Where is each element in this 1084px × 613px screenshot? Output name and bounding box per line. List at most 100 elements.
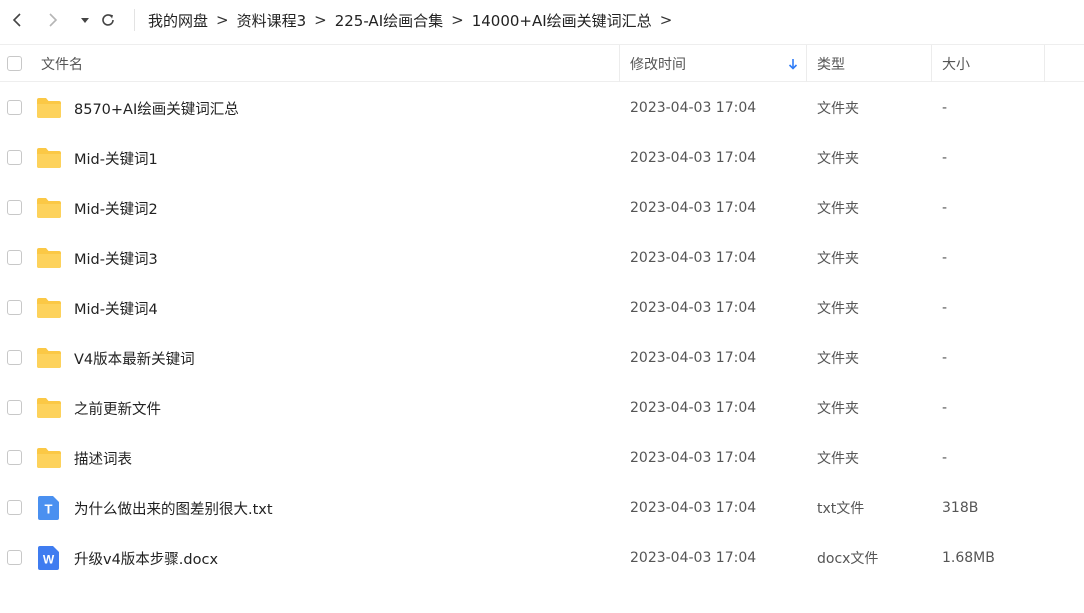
row-checkbox[interactable]: [7, 350, 22, 365]
file-row[interactable]: T 为什么做出来的图差别很大.txt 2023-04-03 17:04 txt文…: [0, 483, 1084, 533]
row-checkbox[interactable]: [7, 100, 22, 115]
breadcrumb-separator: >: [659, 11, 673, 29]
file-modified: 2023-04-03 17:04: [630, 300, 757, 316]
row-checkbox[interactable]: [7, 150, 22, 165]
row-checkbox[interactable]: [7, 200, 22, 215]
column-header-type[interactable]: 类型: [817, 45, 845, 82]
file-type: 文件夹: [817, 401, 859, 417]
file-name[interactable]: 8570+AI绘画关键词汇总: [74, 83, 239, 133]
file-type: 文件夹: [817, 201, 859, 217]
file-type: docx文件: [817, 551, 879, 567]
file-modified: 2023-04-03 17:04: [630, 100, 757, 116]
column-header-size[interactable]: 大小: [942, 45, 970, 82]
file-size: -: [942, 250, 948, 266]
docx-file-icon: W: [38, 546, 59, 570]
row-checkbox[interactable]: [7, 400, 22, 415]
file-size: -: [942, 450, 948, 466]
breadcrumb-item-current[interactable]: 14000+AI绘画关键词汇总: [472, 10, 652, 31]
file-row[interactable]: 描述词表 2023-04-03 17:04 文件夹 -: [0, 433, 1084, 483]
folder-icon: [37, 448, 61, 468]
file-name[interactable]: Mid-关键词2: [74, 183, 158, 233]
file-size: 318B: [942, 500, 979, 516]
file-name[interactable]: 之前更新文件: [74, 383, 161, 433]
toolbar-divider: [134, 9, 135, 31]
breadcrumb-separator: >: [216, 11, 229, 29]
file-row[interactable]: Mid-关键词1 2023-04-03 17:04 文件夹 -: [0, 133, 1084, 183]
breadcrumb-item-root[interactable]: 我的网盘: [148, 10, 208, 31]
file-modified: 2023-04-03 17:04: [630, 350, 757, 366]
file-size: -: [942, 200, 948, 216]
history-dropdown-button[interactable]: [76, 10, 94, 30]
column-divider: [1044, 45, 1045, 82]
folder-icon: [37, 348, 61, 368]
row-checkbox[interactable]: [7, 500, 22, 515]
file-row[interactable]: V4版本最新关键词 2023-04-03 17:04 文件夹 -: [0, 333, 1084, 383]
file-size: -: [942, 100, 948, 116]
file-size: -: [942, 150, 948, 166]
file-name[interactable]: Mid-关键词1: [74, 133, 158, 183]
arrow-down-icon: [788, 58, 798, 70]
file-name[interactable]: 描述词表: [74, 433, 132, 483]
caret-down-icon: [81, 18, 89, 23]
file-modified: 2023-04-03 17:04: [630, 400, 757, 416]
select-all-checkbox[interactable]: [7, 56, 22, 71]
file-size: -: [942, 400, 948, 416]
chevron-left-icon: [12, 13, 21, 27]
file-name[interactable]: V4版本最新关键词: [74, 333, 195, 383]
folder-icon: [37, 298, 61, 318]
chevron-right-icon: [49, 13, 58, 27]
docx-icon-letter: W: [43, 553, 55, 567]
row-checkbox[interactable]: [7, 550, 22, 565]
file-type: 文件夹: [817, 301, 859, 317]
column-divider: [806, 45, 807, 82]
column-divider: [619, 45, 620, 82]
file-row[interactable]: Mid-关键词2 2023-04-03 17:04 文件夹 -: [0, 183, 1084, 233]
forward-button[interactable]: [44, 10, 62, 30]
row-checkbox[interactable]: [7, 300, 22, 315]
file-modified: 2023-04-03 17:04: [630, 500, 757, 516]
file-row[interactable]: 之前更新文件 2023-04-03 17:04 文件夹 -: [0, 383, 1084, 433]
file-modified: 2023-04-03 17:04: [630, 250, 757, 266]
folder-icon: [37, 198, 61, 218]
column-header-name[interactable]: 文件名: [41, 45, 83, 82]
txt-file-icon: T: [38, 496, 59, 520]
folder-icon: [37, 398, 61, 418]
breadcrumb-separator: >: [314, 11, 327, 29]
txt-icon-letter: T: [45, 502, 53, 517]
file-row[interactable]: Mid-关键词4 2023-04-03 17:04 文件夹 -: [0, 283, 1084, 333]
breadcrumb-item-course[interactable]: 资料课程3: [237, 10, 307, 31]
file-name[interactable]: 为什么做出来的图差别很大.txt: [74, 483, 273, 533]
file-size: 1.68MB: [942, 550, 995, 566]
breadcrumb-separator: >: [451, 11, 464, 29]
folder-icon: [37, 248, 61, 268]
file-row[interactable]: Mid-关键词3 2023-04-03 17:04 文件夹 -: [0, 233, 1084, 283]
row-checkbox[interactable]: [7, 450, 22, 465]
file-type: 文件夹: [817, 151, 859, 167]
folder-icon: [37, 98, 61, 118]
back-button[interactable]: [8, 10, 26, 30]
file-list-header: 文件名 修改时间 类型 大小: [0, 44, 1084, 82]
file-type: 文件夹: [817, 351, 859, 367]
file-row[interactable]: 8570+AI绘画关键词汇总 2023-04-03 17:04 文件夹 -: [0, 83, 1084, 133]
refresh-icon: [102, 14, 114, 26]
file-name[interactable]: 升级v4版本步骤.docx: [74, 533, 218, 583]
file-type: 文件夹: [817, 451, 859, 467]
refresh-button[interactable]: [99, 10, 117, 30]
column-header-modified[interactable]: 修改时间: [630, 45, 686, 82]
breadcrumb-item-collection[interactable]: 225-AI绘画合集: [335, 10, 443, 31]
folder-icon: [37, 148, 61, 168]
file-row[interactable]: W 升级v4版本步骤.docx 2023-04-03 17:04 docx文件 …: [0, 533, 1084, 583]
file-type: txt文件: [817, 501, 865, 517]
file-modified: 2023-04-03 17:04: [630, 550, 757, 566]
breadcrumb: 我的网盘 > 资料课程3 > 225-AI绘画合集 > 14000+AI绘画关键…: [148, 9, 680, 31]
file-modified: 2023-04-03 17:04: [630, 150, 757, 166]
file-size: -: [942, 300, 948, 316]
file-modified: 2023-04-03 17:04: [630, 200, 757, 216]
column-divider: [931, 45, 932, 82]
file-name[interactable]: Mid-关键词3: [74, 233, 158, 283]
file-type: 文件夹: [817, 251, 859, 267]
sort-arrow-icon[interactable]: [788, 45, 798, 82]
row-checkbox[interactable]: [7, 250, 22, 265]
file-size: -: [942, 350, 948, 366]
file-name[interactable]: Mid-关键词4: [74, 283, 158, 333]
